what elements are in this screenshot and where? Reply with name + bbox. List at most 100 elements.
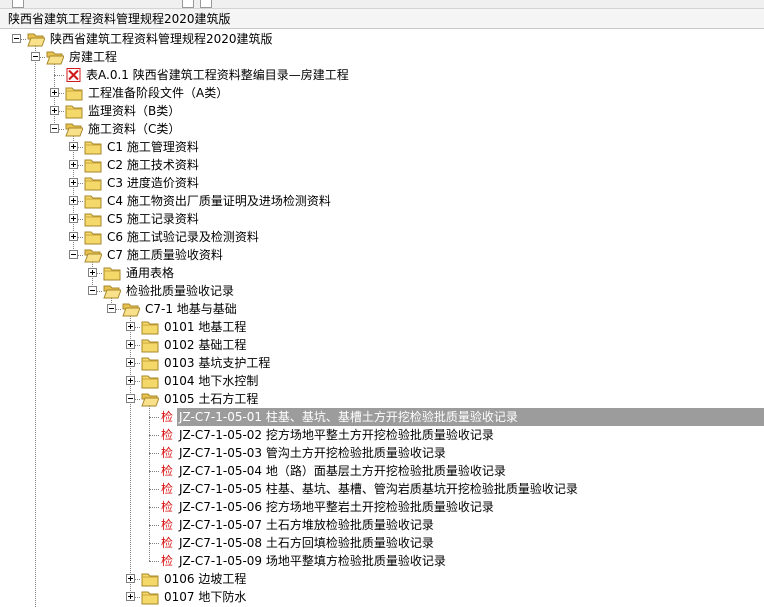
- expand-toggle[interactable]: [126, 376, 135, 385]
- red-x-document-icon: [66, 68, 81, 82]
- check-record-icon: 检: [160, 500, 173, 514]
- tree-item-label[interactable]: 0104 地下水控制: [162, 372, 260, 390]
- tree-item-label[interactable]: 陕西省建筑工程资料管理规程2020建筑版: [48, 30, 275, 48]
- tree-item-label[interactable]: 表A.0.1 陕西省建筑工程资料整编目录—房建工程: [84, 66, 351, 84]
- tree-item-label[interactable]: C2 施工技术资料: [105, 156, 201, 174]
- tree-item-record[interactable]: 检 JZ-C7-1-05-08 土石方回填检验批质量验收记录: [0, 534, 764, 552]
- expand-toggle[interactable]: [69, 196, 78, 205]
- tree-item-label[interactable]: C5 施工记录资料: [105, 210, 201, 228]
- tree-item-label[interactable]: 工程准备阶段文件（A类）: [86, 84, 230, 102]
- expand-toggle[interactable]: [126, 340, 135, 349]
- tree-item-label[interactable]: C7 施工质量验收资料: [105, 246, 225, 264]
- tree-item-record[interactable]: 检 JZ-C7-1-05-03 管沟土方开挖检验批质量验收记录: [0, 444, 764, 462]
- tree-item-folder[interactable]: 0107 地下防水: [0, 588, 764, 606]
- collapse-toggle[interactable]: [69, 250, 78, 259]
- tree-item-label[interactable]: 房建工程: [67, 48, 119, 66]
- tree-item-label[interactable]: 施工资料（C类）: [86, 120, 182, 138]
- tree-item-label[interactable]: JZ-C7-1-05-02 挖方场地平整土方开挖检验批质量验收记录: [177, 426, 496, 444]
- expand-toggle[interactable]: [88, 268, 97, 277]
- tree-item-label[interactable]: JZ-C7-1-05-04 地（路）面基层土方开挖检验批质量验收记录: [177, 462, 508, 480]
- tree-item-folder[interactable]: 施工资料（C类）: [0, 120, 764, 138]
- tree-item-record[interactable]: 检 JZ-C7-1-05-06 挖方场地平整岩土开挖检验批质量验收记录: [0, 498, 764, 516]
- tree-item-record[interactable]: 检 JZ-C7-1-05-09 场地平整填方检验批质量验收记录: [0, 552, 764, 570]
- tree-item-folder[interactable]: 检验批质量验收记录: [0, 282, 764, 300]
- tree-item-folder[interactable]: C5 施工记录资料: [0, 210, 764, 228]
- expand-toggle[interactable]: [126, 322, 135, 331]
- tree-item-folder[interactable]: C2 施工技术资料: [0, 156, 764, 174]
- expand-toggle[interactable]: [50, 88, 59, 97]
- tree-item-folder[interactable]: C1 施工管理资料: [0, 138, 764, 156]
- collapse-toggle[interactable]: [31, 52, 40, 61]
- tree-item-folder[interactable]: 0104 地下水控制: [0, 372, 764, 390]
- tree-item-folder[interactable]: 0101 地基工程: [0, 318, 764, 336]
- tree-item-folder[interactable]: 0103 基坑支护工程: [0, 354, 764, 372]
- tree-item-folder[interactable]: 0102 基础工程: [0, 336, 764, 354]
- closed-folder-icon: [141, 571, 159, 587]
- tree-item-folder[interactable]: C4 施工物资出厂质量证明及进场检测资料: [0, 192, 764, 210]
- tree-item-folder[interactable]: 通用表格: [0, 264, 764, 282]
- tree-item-folder[interactable]: 陕西省建筑工程资料管理规程2020建筑版: [0, 30, 764, 48]
- tree-item-label[interactable]: JZ-C7-1-05-05 柱基、基坑、基槽、管沟岩质基坑开挖检验批质量验收记录: [177, 480, 580, 498]
- check-record-icon: 检: [160, 482, 173, 496]
- tree-item-label[interactable]: 0105 土石方工程: [162, 390, 260, 408]
- tree-item-label[interactable]: C7-1 地基与基础: [143, 300, 239, 318]
- tree-item-folder[interactable]: 工程准备阶段文件（A类）: [0, 84, 764, 102]
- closed-folder-icon: [84, 139, 102, 155]
- window-title: 陕西省建筑工程资料管理规程2020建筑版: [0, 9, 764, 29]
- tree-item-folder[interactable]: 监理资料（B类）: [0, 102, 764, 120]
- expand-toggle[interactable]: [69, 232, 78, 241]
- tree-item-record[interactable]: 检 JZ-C7-1-05-04 地（路）面基层土方开挖检验批质量验收记录: [0, 462, 764, 480]
- tree-item-label[interactable]: C3 进度造价资料: [105, 174, 201, 192]
- toolbar-button[interactable]: [182, 0, 194, 8]
- tree-item-label[interactable]: 0101 地基工程: [162, 318, 248, 336]
- collapse-toggle[interactable]: [126, 394, 135, 403]
- tree-item-label[interactable]: JZ-C7-1-05-03 管沟土方开挖检验批质量验收记录: [177, 444, 448, 462]
- tree-item-record[interactable]: 检 JZ-C7-1-05-07 土石方堆放检验批质量验收记录: [0, 516, 764, 534]
- tree-item-folder[interactable]: C3 进度造价资料: [0, 174, 764, 192]
- collapse-toggle[interactable]: [88, 286, 97, 295]
- tree-item-label[interactable]: JZ-C7-1-05-08 土石方回填检验批质量验收记录: [177, 534, 436, 552]
- tree-item-label[interactable]: C4 施工物资出厂质量证明及进场检测资料: [105, 192, 333, 210]
- toolbar-button[interactable]: [12, 0, 24, 8]
- expand-toggle[interactable]: [69, 142, 78, 151]
- tree-item-folder[interactable]: C7-1 地基与基础: [0, 300, 764, 318]
- tree-item-label[interactable]: JZ-C7-1-05-01 柱基、基坑、基槽土方开挖检验批质量验收记录: [177, 408, 764, 426]
- collapse-toggle[interactable]: [12, 34, 21, 43]
- open-folder-icon: [84, 247, 102, 263]
- tree-item-record[interactable]: 检 JZ-C7-1-05-02 挖方场地平整土方开挖检验批质量验收记录: [0, 426, 764, 444]
- tree-item-folder[interactable]: C7 施工质量验收资料: [0, 246, 764, 264]
- tree-item-label[interactable]: C1 施工管理资料: [105, 138, 201, 156]
- tree-item-folder[interactable]: 0105 土石方工程: [0, 390, 764, 408]
- document-tree[interactable]: 陕西省建筑工程资料管理规程2020建筑版 房建工程 表A.0.1 陕西省建筑工程资料…: [0, 30, 764, 607]
- collapse-toggle[interactable]: [50, 124, 59, 133]
- expand-toggle[interactable]: [50, 106, 59, 115]
- expand-toggle[interactable]: [69, 178, 78, 187]
- tree-item-label[interactable]: C6 施工试验记录及检测资料: [105, 228, 261, 246]
- tree-item-label[interactable]: 0102 基础工程: [162, 336, 248, 354]
- expand-toggle[interactable]: [69, 160, 78, 169]
- tree-item-label[interactable]: JZ-C7-1-05-06 挖方场地平整岩土开挖检验批质量验收记录: [177, 498, 496, 516]
- tree-item-folder[interactable]: C6 施工试验记录及检测资料: [0, 228, 764, 246]
- expand-toggle[interactable]: [126, 592, 135, 601]
- collapse-toggle[interactable]: [107, 304, 116, 313]
- tree-item-record[interactable]: 检 JZ-C7-1-05-05 柱基、基坑、基槽、管沟岩质基坑开挖检验批质量验收记…: [0, 480, 764, 498]
- closed-folder-icon: [84, 193, 102, 209]
- tree-item-label[interactable]: 0103 基坑支护工程: [162, 354, 272, 372]
- tree-item-folder[interactable]: 表A.0.1 陕西省建筑工程资料整编目录—房建工程: [0, 66, 764, 84]
- closed-folder-icon: [103, 265, 121, 281]
- tree-item-label[interactable]: 监理资料（B类）: [86, 102, 182, 120]
- tree-item-label[interactable]: 检验批质量验收记录: [124, 282, 236, 300]
- tree-item-label[interactable]: JZ-C7-1-05-07 土石方堆放检验批质量验收记录: [177, 516, 436, 534]
- expand-toggle[interactable]: [126, 574, 135, 583]
- tree-item-label[interactable]: 0106 边坡工程: [162, 570, 248, 588]
- check-record-icon: 检: [160, 446, 173, 460]
- tree-item-folder[interactable]: 房建工程: [0, 48, 764, 66]
- tree-item-label[interactable]: 0107 地下防水: [162, 588, 248, 606]
- tree-item-label[interactable]: 通用表格: [124, 264, 176, 282]
- toolbar-button[interactable]: [200, 0, 212, 8]
- tree-item-folder[interactable]: 0106 边坡工程: [0, 570, 764, 588]
- tree-item-label[interactable]: JZ-C7-1-05-09 场地平整填方检验批质量验收记录: [177, 552, 448, 570]
- expand-toggle[interactable]: [69, 214, 78, 223]
- tree-item-record[interactable]: 检 JZ-C7-1-05-01 柱基、基坑、基槽土方开挖检验批质量验收记录: [0, 408, 764, 426]
- expand-toggle[interactable]: [126, 358, 135, 367]
